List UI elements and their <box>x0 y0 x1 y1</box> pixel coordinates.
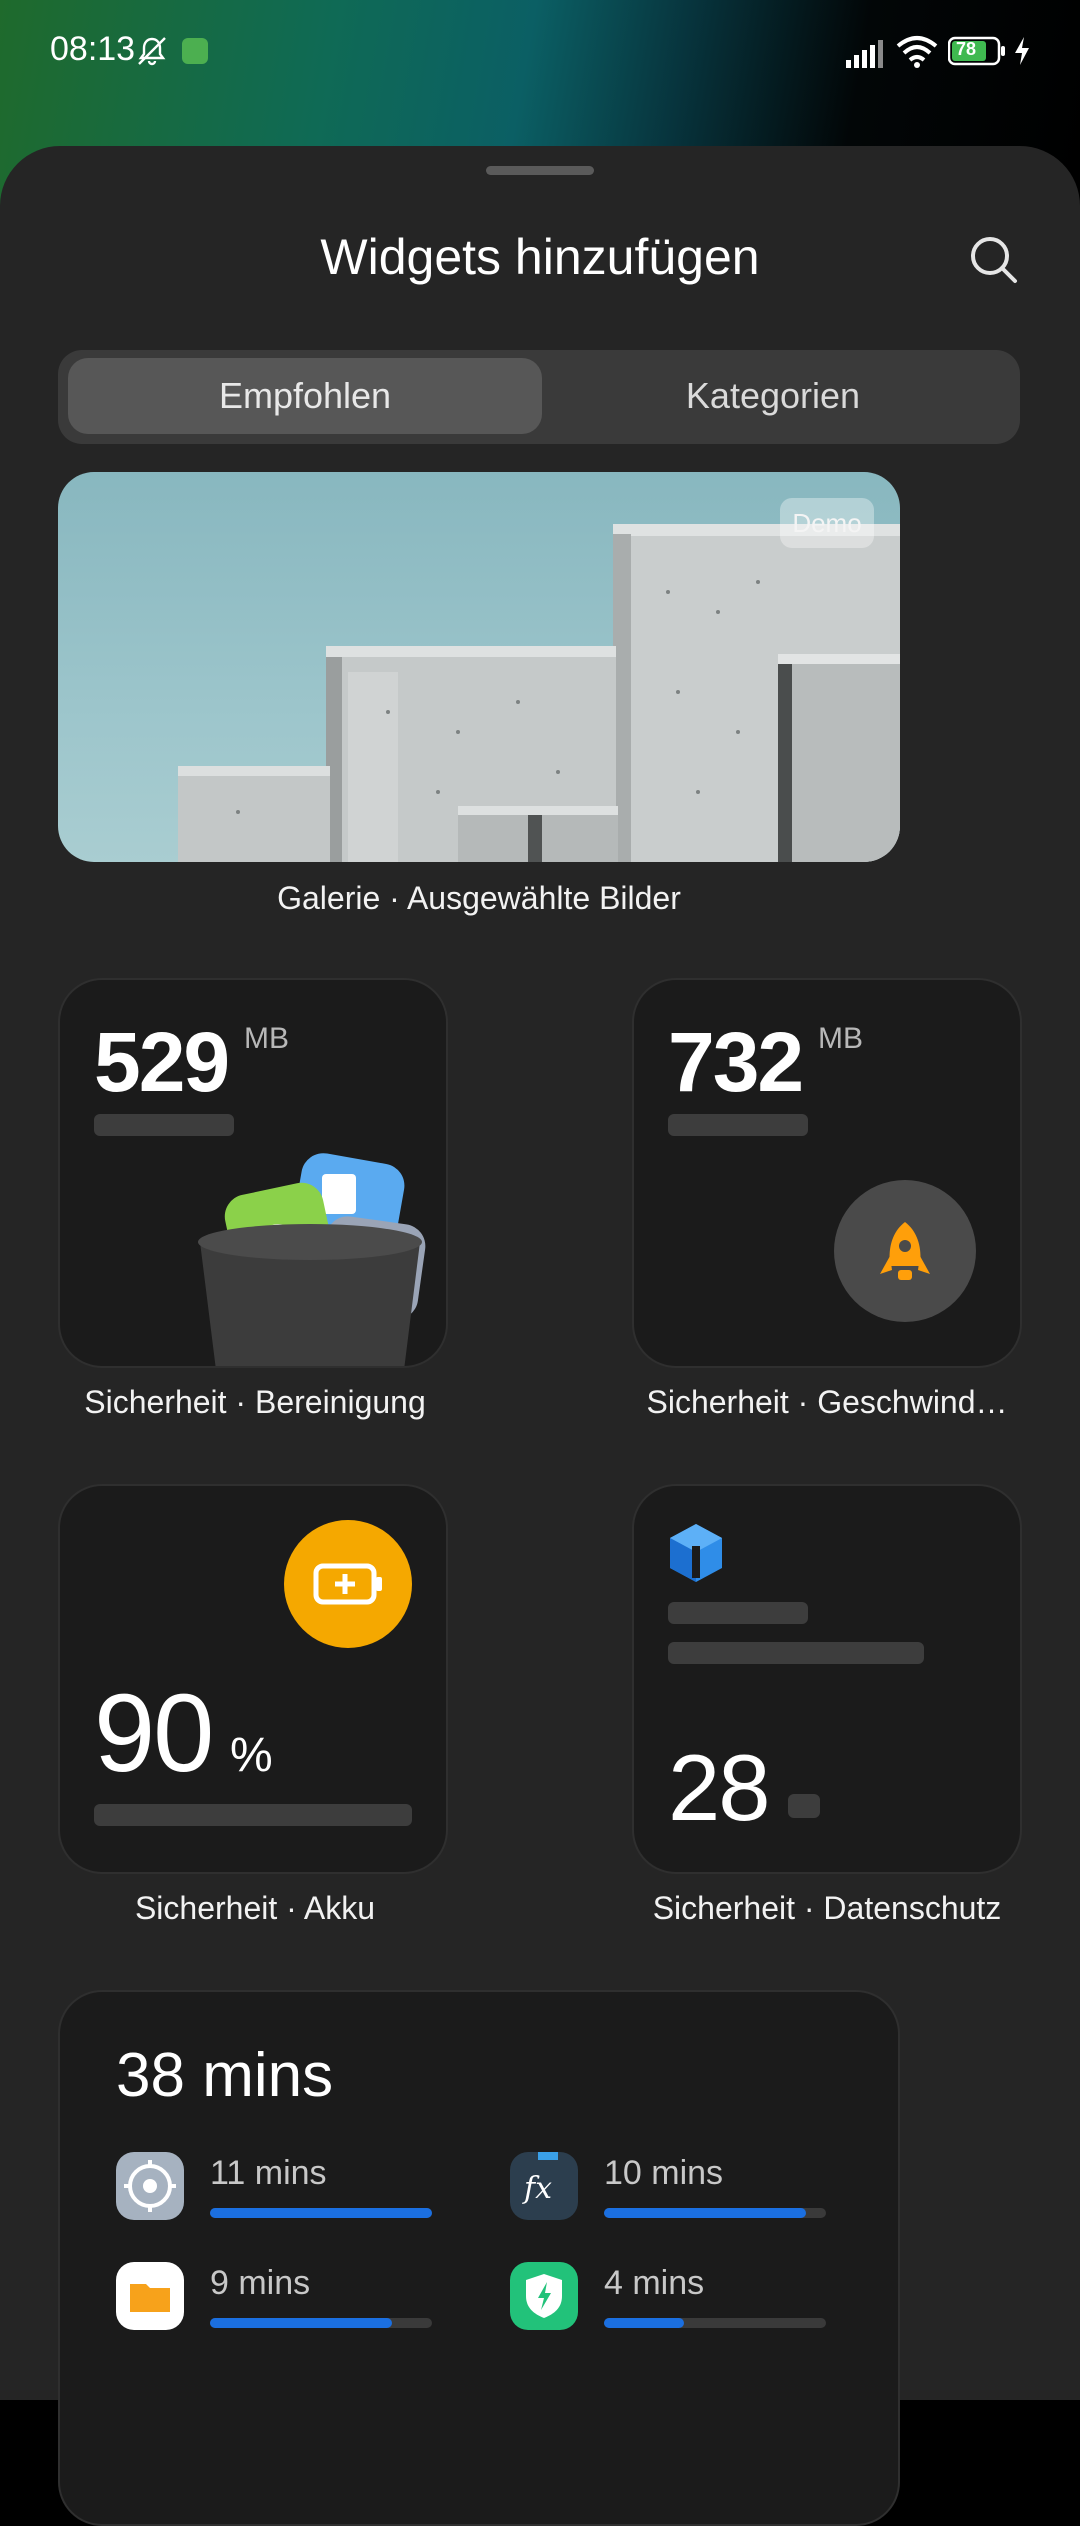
usage-fill <box>210 2318 393 2328</box>
sheet-drag-handle[interactable] <box>486 166 594 175</box>
battery-placeholder-bar <box>94 1804 412 1826</box>
battery-plus-icon <box>313 1563 382 1605</box>
usage-track <box>604 2318 826 2328</box>
privacy-unit-placeholder <box>788 1794 820 1818</box>
signal-icon <box>846 40 883 68</box>
battery-widget-preview[interactable]: 90 % <box>58 1484 448 1874</box>
bell-off-icon <box>138 37 166 66</box>
booster-unit: MB <box>818 1022 863 1055</box>
demo-badge: Demo <box>780 498 874 548</box>
app-usage-value: 9 mins <box>210 2264 311 2302</box>
tab-empfohlen[interactable]: Empfohlen <box>68 358 542 434</box>
battery-icon: 78 <box>947 36 1006 66</box>
usage-fill <box>604 2208 807 2218</box>
status-time: 08:13 <box>50 30 136 68</box>
app-usage-value: 11 mins <box>210 2154 327 2192</box>
battery-value: 90 <box>94 1672 214 1795</box>
privacy-widget-caption: Sicherheit · Datenschutz <box>652 1890 1002 1926</box>
screen-time-widget-preview[interactable]: 38 mins 11 mins fx 10 mins 9 mins 4 mins <box>58 1990 900 2526</box>
app-usage-value: 4 mins <box>604 2264 705 2302</box>
privacy-value: 28 <box>668 1735 771 1840</box>
app-badge-icon <box>182 38 208 64</box>
usage-track <box>210 2208 432 2218</box>
trash-bin-icon <box>198 1153 426 1366</box>
formula-icon: fx <box>510 2152 578 2220</box>
battery-level: 78 <box>956 39 977 59</box>
search-icon[interactable] <box>966 232 1020 286</box>
privacy-widget-preview[interactable]: 28 <box>632 1484 1022 1874</box>
status-bar: 08:13 78 <box>0 0 1080 104</box>
svg-text:fx: fx <box>522 2171 552 2206</box>
rocket-button[interactable] <box>834 1180 976 1322</box>
app-usage-value: 10 mins <box>604 2154 724 2192</box>
battery-saver-button[interactable] <box>284 1520 412 1648</box>
usage-track <box>210 2318 432 2328</box>
booster-widget-caption: Sicherheit · Geschwind… <box>646 1384 1008 1420</box>
gallery-widget-preview[interactable]: Demo <box>58 472 900 862</box>
booster-value: 732 <box>668 1015 804 1109</box>
architecture-photo <box>178 524 900 862</box>
screen-time-total: 38 mins <box>116 2041 334 2110</box>
add-widgets-sheet: Widgets hinzufügen Empfohlen Kategorien <box>0 146 1080 2526</box>
rocket-icon <box>880 1222 930 1280</box>
security-shield-icon <box>510 2262 578 2330</box>
battery-widget-caption: Sicherheit · Akku <box>134 1890 376 1926</box>
charging-icon <box>1015 37 1029 65</box>
usage-track <box>604 2208 826 2218</box>
tab-kategorien[interactable]: Kategorien <box>536 358 1010 434</box>
booster-placeholder-bar <box>668 1114 808 1136</box>
privacy-placeholder-bar-1 <box>668 1602 808 1624</box>
battery-unit: % <box>230 1729 273 1782</box>
cleaner-widget-preview[interactable]: 529 MB <box>58 978 448 1368</box>
usage-fill <box>604 2318 684 2328</box>
sheet-title: Widgets hinzufügen <box>320 229 760 285</box>
privacy-cube-icon <box>670 1524 722 1582</box>
usage-fill <box>210 2208 432 2218</box>
folder-icon <box>116 2262 184 2330</box>
wifi-icon <box>896 36 938 68</box>
settings-icon <box>116 2152 184 2220</box>
cleaner-widget-caption: Sicherheit · Bereinigung <box>84 1384 426 1420</box>
gallery-widget-caption: Galerie · Ausgewählte Bilder <box>277 880 681 916</box>
tab-switcher: Empfohlen Kategorien <box>58 350 1020 444</box>
privacy-placeholder-bar-2 <box>668 1642 924 1664</box>
booster-widget-preview[interactable]: 732 MB <box>632 978 1022 1368</box>
